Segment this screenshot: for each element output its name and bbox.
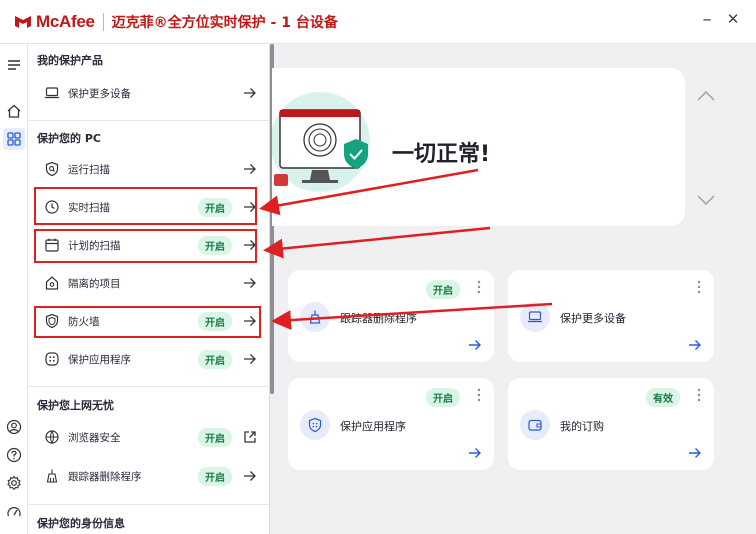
status-badge: 开启 bbox=[426, 280, 460, 299]
annotation-arrow-2 bbox=[263, 226, 491, 259]
arrow-right-icon bbox=[242, 161, 258, 177]
arrow-right-icon[interactable] bbox=[688, 446, 702, 460]
speedometer-icon[interactable] bbox=[3, 502, 25, 524]
chevron-up-icon[interactable] bbox=[695, 88, 717, 104]
settings-icon[interactable] bbox=[3, 472, 25, 494]
status-hero-card: 一切正常! bbox=[272, 68, 685, 226]
section-protect-online: 保护您上网无忧 bbox=[37, 399, 114, 412]
quarantine-house-icon bbox=[42, 273, 62, 293]
status-badge: 开启 bbox=[198, 427, 232, 447]
card-label: 保护更多设备 bbox=[560, 312, 626, 325]
card-label: 保护应用程序 bbox=[340, 420, 406, 433]
drawer-item-label: 保护更多设备 bbox=[68, 87, 131, 100]
computer-shield-illustration bbox=[272, 92, 370, 192]
section-divider bbox=[28, 504, 269, 505]
broom-icon bbox=[300, 302, 330, 332]
drawer-item-protect-more-devices[interactable]: 保护更多设备 bbox=[36, 77, 262, 109]
status-badge: 开启 bbox=[198, 466, 232, 486]
drawer-item-label: 保护应用程序 bbox=[68, 353, 131, 366]
chevron-down-icon[interactable] bbox=[695, 192, 717, 208]
card-tracker-remover[interactable]: 跟踪器删除程序 开启 bbox=[288, 270, 494, 362]
highlight-firewall bbox=[34, 306, 261, 338]
grid-icon[interactable] bbox=[3, 128, 25, 150]
drawer-item-label: 浏览器安全 bbox=[68, 431, 121, 444]
account-icon[interactable] bbox=[3, 416, 25, 438]
mcafee-shield-icon bbox=[15, 15, 31, 28]
status-badge: 开启 bbox=[198, 349, 232, 369]
more-vert-icon[interactable] bbox=[476, 280, 482, 294]
close-button[interactable]: ✕ bbox=[722, 8, 744, 30]
drawer-item-browser-security[interactable]: 浏览器安全 开启 bbox=[36, 421, 262, 453]
laptop-icon bbox=[42, 83, 62, 103]
external-link-icon bbox=[242, 429, 258, 445]
section-my-products: 我的保护产品 bbox=[37, 54, 103, 67]
app-grid-icon bbox=[42, 349, 62, 369]
section-divider bbox=[28, 386, 269, 387]
wallet-icon bbox=[520, 410, 550, 440]
arrow-right-icon[interactable] bbox=[468, 338, 482, 352]
brand-name: McAfee bbox=[36, 11, 95, 31]
arrow-right-icon[interactable] bbox=[688, 338, 702, 352]
more-vert-icon[interactable] bbox=[696, 388, 702, 402]
more-vert-icon[interactable] bbox=[476, 388, 482, 402]
arrow-right-icon bbox=[242, 275, 258, 291]
navigation-drawer: 我的保护产品 保护更多设备 保护您的 PC 运行扫描 实时扫描 开启 计划的扫描… bbox=[28, 44, 270, 534]
mcafee-logo: McAfee 迈克菲®全方位实时保护 - 1 台设备 bbox=[14, 12, 338, 32]
drawer-item-label: 隔离的项目 bbox=[68, 277, 121, 290]
home-icon[interactable] bbox=[3, 100, 25, 122]
drawer-item-run-scan[interactable]: 运行扫描 bbox=[36, 153, 262, 185]
card-label: 跟踪器删除程序 bbox=[340, 312, 417, 325]
card-label: 我的订购 bbox=[560, 420, 604, 433]
drawer-item-label: 运行扫描 bbox=[68, 163, 110, 176]
status-badge: 有效 bbox=[646, 388, 680, 407]
drawer-item-label: 跟踪器删除程序 bbox=[68, 470, 142, 483]
help-icon[interactable] bbox=[3, 444, 25, 466]
drawer-item-quarantined[interactable]: 隔离的项目 bbox=[36, 267, 262, 299]
globe-icon bbox=[42, 427, 62, 447]
section-divider bbox=[28, 120, 269, 121]
arrow-right-icon[interactable] bbox=[468, 446, 482, 460]
card-protect-more-devices[interactable]: 保护更多设备 bbox=[508, 270, 714, 362]
broom-icon bbox=[42, 466, 62, 486]
arrow-right-icon bbox=[242, 351, 258, 367]
section-protect-identity: 保护您的身份信息 bbox=[37, 517, 125, 530]
arrow-right-icon bbox=[242, 85, 258, 101]
menu-icon[interactable] bbox=[3, 54, 25, 76]
scan-shield-icon bbox=[42, 159, 62, 179]
highlight-realtime-scan bbox=[34, 187, 257, 225]
more-vert-icon[interactable] bbox=[696, 280, 702, 294]
app-title: 迈克菲®全方位实时保护 - 1 台设备 bbox=[111, 14, 338, 31]
status-message: 一切正常! bbox=[392, 142, 491, 167]
left-rail bbox=[0, 44, 28, 534]
arrow-right-icon bbox=[242, 468, 258, 484]
drawer-item-app-protect[interactable]: 保护应用程序 开启 bbox=[36, 343, 262, 375]
title-separator bbox=[102, 12, 104, 31]
laptop-icon bbox=[520, 302, 550, 332]
minimize-button[interactable]: – bbox=[696, 8, 718, 30]
drawer-item-tracker-remover[interactable]: 跟踪器删除程序 开启 bbox=[36, 460, 262, 492]
title-bar: McAfee 迈克菲®全方位实时保护 - 1 台设备 – ✕ bbox=[0, 0, 756, 44]
card-app-protect[interactable]: 保护应用程序 开启 bbox=[288, 378, 494, 470]
card-my-subscription[interactable]: 我的订购 有效 bbox=[508, 378, 714, 470]
section-protect-pc: 保护您的 PC bbox=[37, 132, 101, 145]
app-shield-icon bbox=[300, 410, 330, 440]
highlight-scheduled-scan bbox=[34, 229, 257, 263]
status-badge: 开启 bbox=[426, 388, 460, 407]
